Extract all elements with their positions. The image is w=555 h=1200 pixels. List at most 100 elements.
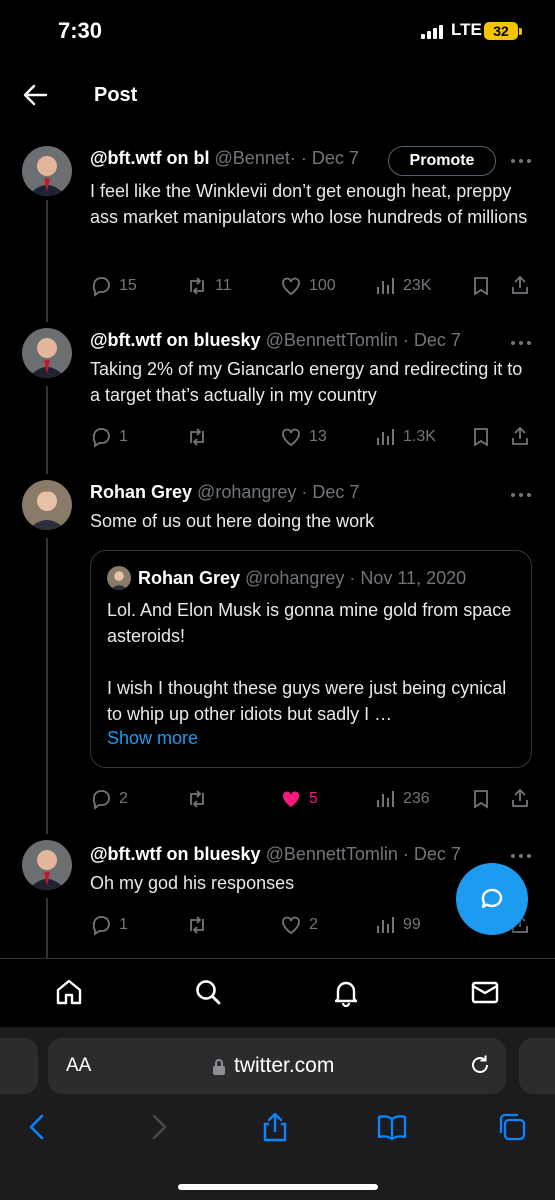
share-icon[interactable] — [509, 274, 531, 296]
reload-icon[interactable] — [468, 1053, 492, 1077]
avatar[interactable] — [22, 146, 72, 196]
tweet-text: Taking 2% of my Giancarlo energy and red… — [90, 359, 523, 405]
back-icon[interactable] — [22, 1111, 54, 1143]
lock-icon — [213, 1059, 225, 1075]
home-indicator — [178, 1184, 378, 1190]
views-icon — [377, 917, 394, 933]
tweet-text: I feel like the Winklevii don’t get enou… — [90, 181, 528, 227]
more-icon[interactable] — [509, 491, 533, 499]
retweet-action[interactable] — [186, 913, 208, 937]
prev-tab-preview[interactable] — [0, 1038, 38, 1094]
reply-action[interactable]: 15 — [90, 274, 137, 298]
share-icon[interactable] — [509, 425, 531, 447]
like-action[interactable]: 2 — [280, 913, 318, 937]
heart-icon — [282, 916, 300, 935]
more-icon[interactable] — [509, 852, 533, 860]
views-icon — [377, 429, 394, 445]
retweet-action[interactable] — [186, 787, 208, 811]
quote-header: Rohan Grey @rohangrey · Nov 11, 2020 — [138, 568, 466, 589]
bell-icon[interactable] — [331, 977, 361, 1007]
battery-tip — [519, 28, 522, 35]
bookmark-icon[interactable] — [470, 426, 492, 448]
quote-author-name: Rohan Grey — [138, 568, 241, 588]
retweet-action[interactable] — [186, 425, 208, 449]
heart-icon — [282, 428, 300, 447]
like-action[interactable]: 100 — [280, 274, 336, 298]
views-icon — [377, 791, 394, 807]
views-action[interactable]: 99 — [374, 913, 421, 937]
reply-icon — [92, 916, 110, 936]
reply-action[interactable]: 1 — [90, 425, 128, 449]
views-count: 1.3K — [403, 428, 436, 445]
views-count: 99 — [403, 916, 421, 933]
views-count: 23K — [403, 277, 432, 294]
reply-icon — [92, 277, 110, 297]
show-more-link[interactable]: Show more — [107, 728, 198, 749]
tweet-header: @bft.wtf on bl @Bennet· · Dec 7 — [90, 148, 380, 169]
author-name[interactable]: @bft.wtf on bl — [90, 148, 210, 168]
quote-avatar — [107, 566, 131, 590]
heart-filled-icon — [282, 791, 300, 807]
reply-icon — [92, 428, 110, 448]
author-name[interactable]: @bft.wtf on bluesky — [90, 330, 261, 350]
bookmark-icon[interactable] — [470, 275, 492, 297]
tweet-header: @bft.wtf on bluesky @BennettTomlin · Dec… — [90, 844, 500, 865]
reply-icon — [92, 790, 110, 810]
quote-text: Lol. And Elon Musk is gonna mine gold fr… — [107, 600, 512, 724]
reply-count: 15 — [119, 277, 137, 294]
mail-icon[interactable] — [470, 977, 500, 1007]
share-sheet-icon[interactable] — [259, 1111, 291, 1143]
more-icon[interactable] — [509, 157, 533, 165]
status-time: 7:30 — [58, 18, 103, 43]
like-action[interactable]: 13 — [280, 425, 327, 449]
tabs-icon[interactable] — [496, 1111, 528, 1143]
author-meta: @Bennet· · Dec 7 — [214, 148, 359, 168]
reply-count: 2 — [119, 790, 128, 807]
more-icon[interactable] — [509, 339, 533, 347]
thread-line — [46, 538, 48, 834]
like-count: 100 — [309, 277, 336, 294]
reply-count: 1 — [119, 428, 128, 445]
back-arrow-icon[interactable] — [22, 84, 48, 106]
signal-icon — [421, 25, 443, 39]
retweet-icon — [190, 428, 204, 446]
home-icon[interactable] — [54, 977, 84, 1007]
views-action[interactable]: 1.3K — [374, 425, 436, 449]
url-text[interactable]: twitter.com — [234, 1054, 334, 1078]
author-meta: @BennettTomlin · Dec 7 — [265, 330, 461, 350]
avatar[interactable] — [22, 480, 72, 530]
avatar[interactable] — [22, 840, 72, 890]
reply-action[interactable]: 1 — [90, 913, 128, 937]
retweet-action[interactable]: 11 — [186, 274, 232, 298]
forward-icon — [152, 1114, 167, 1140]
next-tab-preview[interactable] — [519, 1038, 555, 1094]
retweet-icon — [190, 916, 204, 934]
retweet-icon — [190, 277, 204, 295]
compose-fab[interactable] — [456, 863, 528, 935]
author-name[interactable]: Rohan Grey — [90, 482, 192, 502]
views-action[interactable]: 23K — [374, 274, 431, 298]
like-count: 5 — [309, 790, 318, 807]
text-size-button[interactable]: AA — [66, 1055, 91, 1077]
author-name[interactable]: @bft.wtf on bluesky — [90, 844, 261, 864]
reply-count: 1 — [119, 916, 128, 933]
like-count: 13 — [309, 428, 327, 445]
network-label: LTE — [451, 20, 482, 39]
share-icon[interactable] — [509, 787, 531, 809]
quote-author-meta: @rohangrey · Nov 11, 2020 — [245, 568, 467, 588]
author-meta: @BennettTomlin · Dec 7 — [265, 844, 461, 864]
bookmarks-icon[interactable] — [376, 1111, 408, 1143]
like-action[interactable]: 5 — [280, 787, 318, 811]
views-action[interactable]: 236 — [374, 787, 430, 811]
search-icon[interactable] — [193, 977, 223, 1007]
bookmark-icon[interactable] — [470, 788, 492, 810]
views-count: 236 — [403, 790, 430, 807]
views-icon — [377, 278, 394, 294]
reply-action[interactable]: 2 — [90, 787, 128, 811]
avatar[interactable] — [22, 328, 72, 378]
author-meta: @rohangrey · Dec 7 — [197, 482, 360, 502]
promote-button[interactable]: Promote — [388, 146, 496, 176]
tweet-header: Rohan Grey @rohangrey · Dec 7 — [90, 482, 500, 503]
tweet-header: @bft.wtf on bluesky @BennettTomlin · Dec… — [90, 330, 500, 351]
battery-icon: 32 — [484, 22, 518, 40]
